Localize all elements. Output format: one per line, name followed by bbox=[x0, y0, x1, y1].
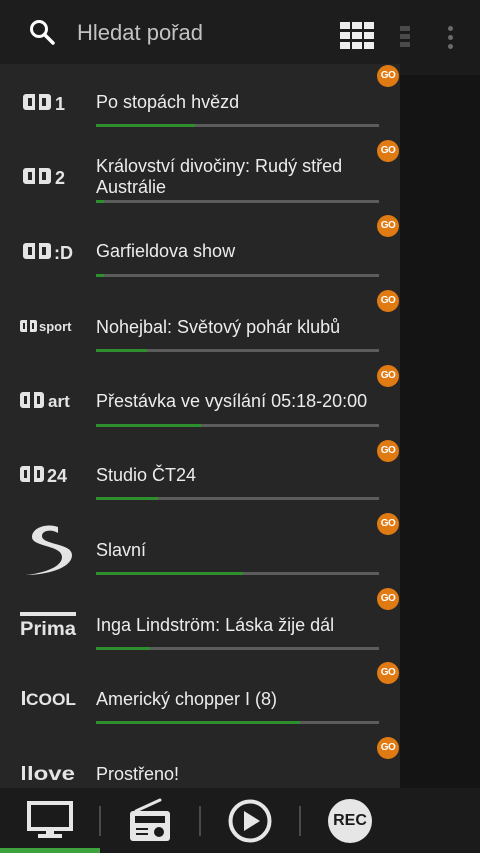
channel-logo-cool: COOL bbox=[22, 690, 76, 708]
svg-text:1: 1 bbox=[55, 94, 65, 113]
channel-row[interactable]: love Prostřeno! GO bbox=[0, 737, 400, 788]
channel-row[interactable]: sport Nohejbal: Světový pohár klubů GO bbox=[0, 289, 400, 363]
programme-progress bbox=[96, 349, 379, 352]
svg-text:love: love bbox=[27, 764, 75, 783]
channel-row[interactable]: Prima Inga Lindström: Láska žije dál GO bbox=[0, 588, 400, 662]
channel-logo-ctart: art bbox=[20, 392, 70, 411]
svg-text:COOL: COOL bbox=[26, 690, 76, 708]
play-icon bbox=[228, 799, 272, 843]
radio-icon bbox=[130, 798, 170, 841]
nav-tv[interactable] bbox=[0, 788, 100, 853]
programme-progress bbox=[96, 200, 379, 203]
programme-title: Nohejbal: Světový pohár klubů bbox=[96, 317, 341, 337]
channel-row[interactable]: 2 Království divočiny: Rudý střed Austrá… bbox=[0, 139, 400, 213]
programme-progress bbox=[96, 572, 379, 575]
search-input[interactable] bbox=[75, 14, 329, 52]
channel-logo-ct2: 2 bbox=[23, 168, 65, 187]
rec-icon: REC bbox=[328, 799, 372, 843]
svg-text:24: 24 bbox=[47, 466, 67, 485]
programme-progress-fill bbox=[96, 647, 150, 650]
go-badge[interactable]: GO bbox=[377, 215, 399, 237]
channel-row[interactable]: Slavní GO bbox=[0, 513, 400, 587]
programme-title: Po stopách hvězd bbox=[96, 92, 240, 112]
programme-title: Studio ČT24 bbox=[96, 465, 197, 485]
channel-logo-prima: Prima bbox=[20, 612, 76, 638]
channel-logo-nova bbox=[26, 525, 72, 575]
nav-rec[interactable]: REC bbox=[301, 788, 401, 853]
go-badge[interactable]: GO bbox=[377, 513, 399, 535]
monitor-icon bbox=[27, 801, 73, 838]
programme-title: Království divočiny: Rudý střed Austráli… bbox=[96, 156, 343, 197]
svg-text:sport: sport bbox=[39, 319, 72, 334]
go-badge[interactable]: GO bbox=[377, 440, 399, 462]
programme-progress-fill bbox=[96, 349, 147, 352]
programme-progress bbox=[96, 721, 379, 724]
channel-drawer: 1 Po stopách hvězd GO 2 Království divoč… bbox=[0, 0, 400, 788]
svg-text:Prima: Prima bbox=[20, 619, 76, 638]
search-icon[interactable] bbox=[28, 18, 56, 46]
channel-logo-ctsport: sport bbox=[20, 319, 72, 334]
go-badge[interactable]: GO bbox=[377, 365, 399, 387]
programme-progress-fill bbox=[96, 572, 244, 575]
go-badge[interactable]: GO bbox=[377, 588, 399, 610]
rec-label: REC bbox=[328, 799, 372, 843]
programme-progress bbox=[96, 497, 379, 500]
channel-row[interactable]: COOL Americký chopper I (8) GO bbox=[0, 662, 400, 736]
programme-title: Garfieldova show bbox=[96, 241, 236, 261]
channel-row[interactable]: 1 Po stopách hvězd GO bbox=[0, 64, 400, 138]
programme-title: Inga Lindström: Láska žije dál bbox=[96, 615, 335, 635]
nav-radio[interactable] bbox=[101, 788, 199, 853]
channel-row[interactable]: :D Garfieldova show GO bbox=[0, 214, 400, 288]
programme-title: Slavní bbox=[96, 540, 147, 560]
channel-logo-ctd: :D bbox=[23, 243, 73, 262]
programme-title: Prostřeno! bbox=[96, 764, 180, 784]
programme-progress bbox=[96, 124, 379, 127]
nav-play[interactable] bbox=[201, 788, 299, 853]
grid-view-icon[interactable] bbox=[340, 22, 376, 50]
programme-progress bbox=[96, 274, 379, 277]
programme-progress-fill bbox=[96, 200, 105, 203]
svg-text:art: art bbox=[48, 392, 70, 411]
svg-text:2: 2 bbox=[55, 168, 65, 187]
programme-progress-fill bbox=[96, 124, 196, 127]
svg-text::D: :D bbox=[54, 243, 73, 262]
go-badge[interactable]: GO bbox=[377, 290, 399, 312]
programme-progress bbox=[96, 424, 379, 427]
programme-progress bbox=[96, 647, 379, 650]
channel-row[interactable]: 24 Studio ČT24 GO bbox=[0, 439, 400, 513]
bottom-navigation: REC bbox=[0, 788, 480, 853]
nav-active-indicator bbox=[0, 848, 100, 853]
go-badge[interactable]: GO bbox=[377, 140, 399, 162]
search-bar bbox=[0, 0, 400, 64]
programme-progress-fill bbox=[96, 721, 300, 724]
channel-row[interactable]: art Přestávka ve vysílání 05:18-20:00 GO bbox=[0, 364, 400, 438]
programme-title: Přestávka ve vysílání 05:18-20:00 bbox=[96, 391, 368, 411]
channel-logo-ct24: 24 bbox=[20, 466, 67, 485]
overflow-menu-icon[interactable] bbox=[442, 22, 458, 52]
programme-progress-fill bbox=[96, 274, 105, 277]
programme-progress-fill bbox=[96, 424, 201, 427]
channel-logo-love: love bbox=[22, 764, 75, 783]
go-badge[interactable]: GO bbox=[377, 662, 399, 684]
programme-progress-fill bbox=[96, 497, 159, 500]
go-badge[interactable]: GO bbox=[377, 65, 399, 87]
go-badge[interactable]: GO bbox=[377, 737, 399, 759]
programme-title: Americký chopper I (8) bbox=[96, 689, 278, 709]
channel-logo-ct1: 1 bbox=[23, 94, 65, 113]
